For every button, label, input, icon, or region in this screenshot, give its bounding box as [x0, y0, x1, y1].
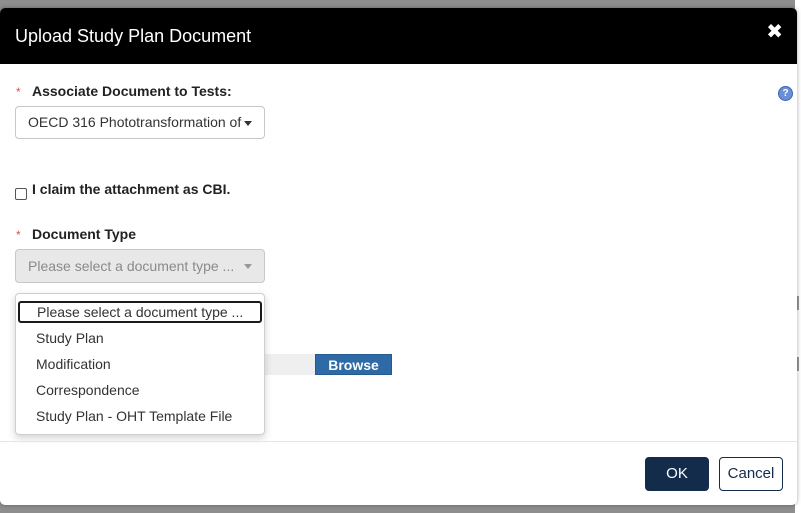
- browse-button[interactable]: Browse: [315, 354, 392, 375]
- document-type-dropdown: Please select a document type ... Study …: [15, 293, 265, 435]
- associate-tests-select[interactable]: OECD 316 Phototransformation of: [15, 106, 265, 139]
- help-icon[interactable]: ?: [778, 86, 793, 101]
- caret-down-icon: [244, 264, 252, 269]
- background-edge-mark: [797, 296, 799, 310]
- dialog-title: Upload Study Plan Document: [15, 26, 252, 46]
- required-marker: *: [16, 228, 21, 242]
- cancel-button[interactable]: Cancel: [719, 457, 783, 491]
- ok-button[interactable]: OK: [645, 457, 709, 491]
- dialog-header: Upload Study Plan Document ✖: [0, 8, 797, 64]
- upload-dialog: Upload Study Plan Document ✖ * Associate…: [0, 8, 797, 505]
- cbi-checkbox[interactable]: [15, 188, 27, 200]
- cbi-label: I claim the attachment as CBI.: [32, 181, 231, 197]
- document-type-label: Document Type: [32, 226, 136, 242]
- caret-down-icon: [244, 120, 252, 126]
- document-type-select[interactable]: Please select a document type ...: [15, 249, 265, 283]
- dropdown-option[interactable]: Correspondence: [36, 382, 140, 398]
- background-edge-mark: [797, 357, 799, 371]
- footer-divider: [0, 441, 797, 442]
- document-type-value: Please select a document type ...: [28, 258, 235, 274]
- dropdown-option[interactable]: Study Plan: [36, 330, 104, 346]
- required-marker: *: [16, 85, 21, 99]
- dropdown-option[interactable]: Study Plan - OHT Template File: [36, 408, 232, 424]
- associate-tests-label: Associate Document to Tests:: [32, 83, 232, 99]
- dropdown-option[interactable]: Please select a document type ...: [18, 301, 262, 323]
- associate-tests-value: OECD 316 Phototransformation of: [28, 114, 242, 130]
- file-path-field[interactable]: [265, 354, 315, 375]
- close-icon[interactable]: ✖: [766, 22, 783, 42]
- dropdown-option[interactable]: Modification: [36, 356, 111, 372]
